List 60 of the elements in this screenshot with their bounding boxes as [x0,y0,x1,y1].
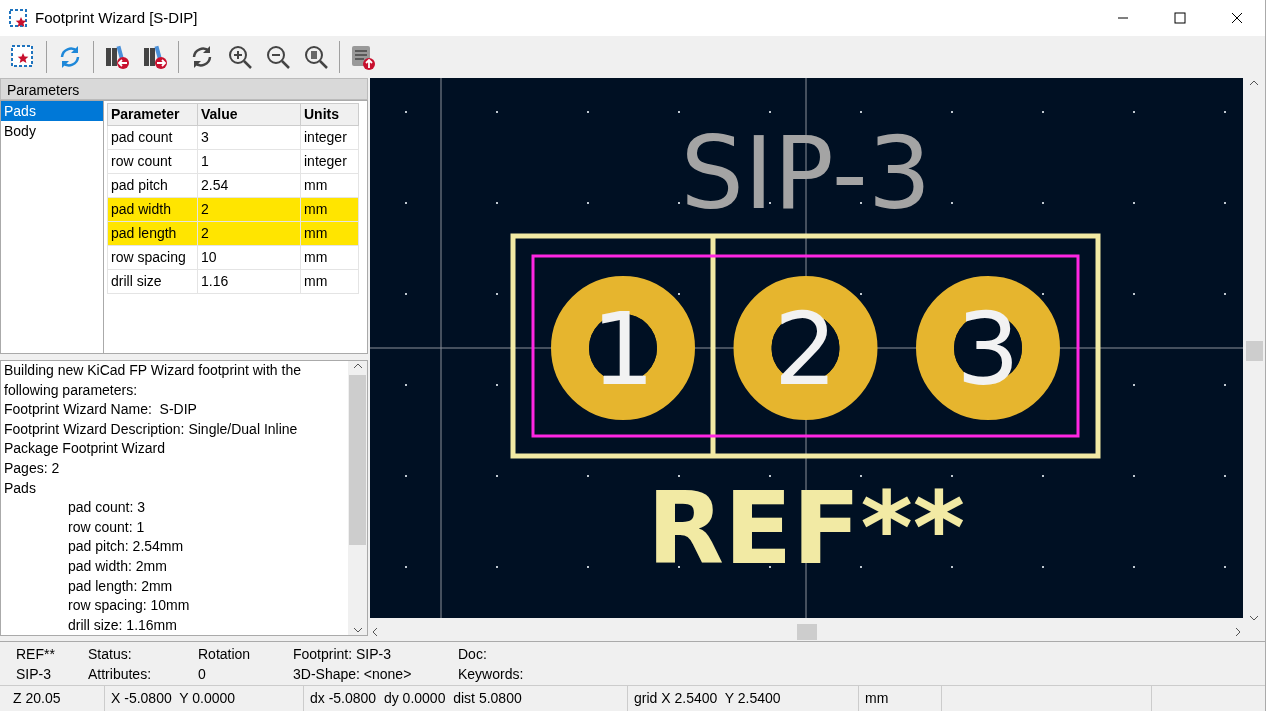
message-line: following parameters: [4,380,139,400]
table-cell: integer [300,149,359,174]
message-line: Footprint Wizard Description: Single/Dual Inline [4,419,299,439]
message-line: Footprint Wizard Name: S-DIP [4,400,198,420]
table-cell: 1.16 [197,269,301,294]
table-cell: integer [300,125,359,150]
table-cell: pad pitch [107,173,198,198]
info-label: Rotation [198,645,252,664]
column-header: Value [197,103,301,126]
message-line: pad length: 2mm [67,576,174,596]
table-cell: 1 [197,149,301,174]
info-value: Keywords: [458,665,525,684]
status-field: X -5.0800 Y 0.0000 [105,686,304,711]
table-cell: mm [300,173,359,198]
table-cell: 2 [197,221,301,246]
table-cell: mm [300,245,359,270]
status-field: grid X 2.5400 Y 2.5400 [628,686,859,711]
column-header: Units [300,103,359,126]
message-line: pad count: 3 [67,498,147,518]
table-cell: row spacing [107,245,198,270]
footprint-value-text: SIP-3 [680,115,932,232]
pad-number: 2 [773,291,838,408]
pad-number: 3 [956,291,1020,408]
message-line: Pads [4,478,37,498]
window-title: Footprint Wizard [S-DIP] [35,7,198,28]
table-cell: pad length [107,221,198,246]
page-list-item[interactable]: Pads [1,101,103,121]
panel-title: Parameters [0,78,368,100]
info-value: 0 [198,665,207,684]
status-field: dx -5.0800 dy 0.0000 dist 5.0800 [304,686,628,711]
column-header: Parameter [107,103,198,126]
table-cell: drill size [107,269,198,294]
table-cell: mm [300,269,359,294]
info-label: Footprint: SIP-3 [293,645,393,664]
message-line: row count: 1 [67,517,146,537]
info-value: Attributes: [88,665,153,684]
status-field: mm [859,686,942,711]
table-cell: 2.54 [197,173,301,198]
status-field: Z 20.05 [7,686,105,711]
message-line: pad pitch: 2.54mm [67,537,185,557]
message-line: drill size: 1.16mm [67,615,178,635]
footprint-canvas[interactable]: SIP-3 1 2 3 REF** [370,78,1243,618]
message-line: pad width: 2mm [67,556,168,576]
table-cell: 2 [197,197,301,222]
info-value: 3D-Shape: <none> [293,665,413,684]
table-cell: pad count [107,125,198,150]
info-value: SIP-3 [16,665,52,684]
message-line: row spacing: 10mm [67,596,191,616]
message-line: Package Footprint Wizard [4,439,167,459]
table-cell: 3 [197,125,301,150]
message-line: Building new KiCad FP Wizard footprint with the [4,361,302,380]
footprint-reference-text: REF** [646,470,966,587]
table-cell: pad width [107,197,198,222]
table-cell: 10 [197,245,301,270]
table-cell: row count [107,149,198,174]
pad-number: 1 [591,291,655,408]
info-label: REF** [16,645,56,664]
message-line: Pages: 2 [4,458,61,478]
info-label: Status: [88,645,133,664]
info-label: Doc: [458,645,488,664]
